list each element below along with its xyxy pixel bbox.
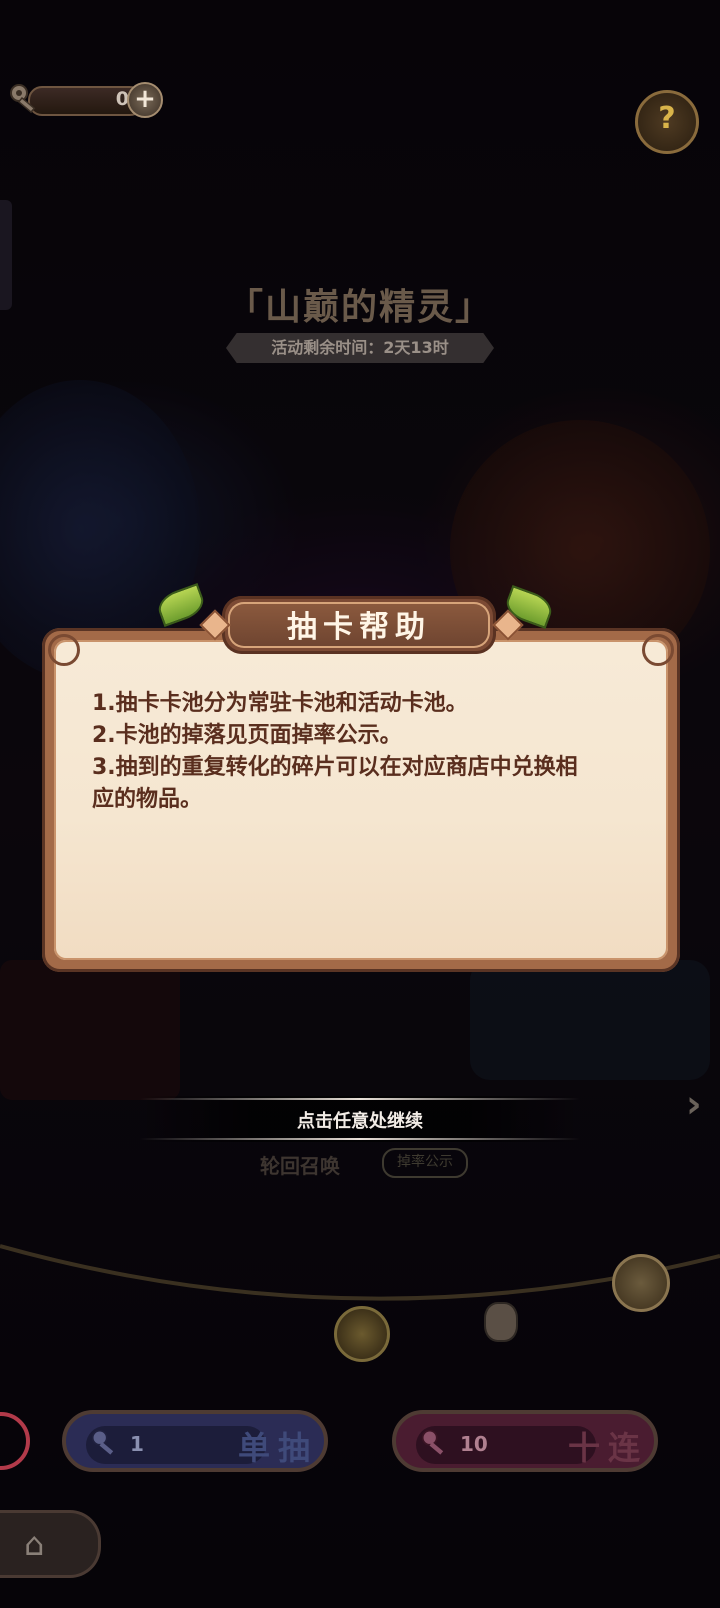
help-line-2: 2.卡池的掉落见页面掉率公示。 bbox=[92, 723, 402, 748]
help-dialog-title-plate: 抽卡帮助 bbox=[222, 596, 496, 654]
key-currency: 0 + bbox=[8, 80, 163, 120]
event-title: 「山巅的精灵」 bbox=[226, 287, 493, 328]
corner-ornament bbox=[48, 634, 80, 666]
rate-disclosure-button[interactable]: 掉率公示 bbox=[382, 1148, 468, 1178]
divider-line bbox=[140, 1138, 580, 1140]
ten-pull-label: 十连 bbox=[568, 1429, 649, 1467]
pool-name: 轮回召唤 bbox=[260, 1154, 340, 1178]
sun-gear-icon[interactable] bbox=[612, 1254, 670, 1312]
next-pool-arrow[interactable]: › bbox=[686, 1082, 702, 1126]
single-pull-label: 单抽 bbox=[238, 1429, 319, 1467]
help-line-3: 3.抽到的重复转化的碎片可以在对应商店中兑换相 bbox=[92, 755, 578, 780]
key-icon bbox=[10, 84, 36, 114]
ten-pull-cost: 10 bbox=[460, 1432, 488, 1456]
lock-icon bbox=[484, 1302, 518, 1342]
help-line-4: 应的物品。 bbox=[92, 787, 203, 812]
single-pull-cost: 1 bbox=[130, 1432, 144, 1456]
divider-line bbox=[140, 1098, 580, 1100]
key-icon bbox=[421, 1429, 444, 1455]
help-dialog: 1.抽卡卡池分为常驻卡池和活动卡池。 2.卡池的掉落见页面掉率公示。 3.抽到的… bbox=[42, 628, 680, 972]
help-dialog-title: 抽卡帮助 bbox=[287, 610, 431, 645]
continue-text: 点击任意处继续 bbox=[297, 1111, 423, 1132]
home-icon: ⌂ bbox=[24, 1525, 45, 1563]
help-dialog-content: 1.抽卡卡池分为常驻卡池和活动卡池。 2.卡池的掉落见页面掉率公示。 3.抽到的… bbox=[92, 688, 632, 816]
add-currency-button[interactable]: + bbox=[127, 82, 163, 118]
home-button[interactable]: ⌂ bbox=[0, 1510, 101, 1578]
help-icon: ? bbox=[658, 101, 676, 136]
corner-ornament bbox=[642, 634, 674, 666]
tap-to-continue[interactable]: 点击任意处继续 bbox=[140, 1096, 580, 1142]
event-remaining-time: 活动剩余时间：2天13时 bbox=[226, 333, 494, 363]
ten-pull-button[interactable]: 10 十连 bbox=[392, 1410, 658, 1472]
reward-orb-icon[interactable] bbox=[334, 1306, 390, 1362]
help-line-1: 1.抽卡卡池分为常驻卡池和活动卡池。 bbox=[92, 691, 468, 716]
key-icon bbox=[91, 1429, 114, 1455]
single-pull-button[interactable]: 1 单抽 bbox=[62, 1410, 328, 1472]
help-button[interactable]: ? bbox=[635, 90, 699, 154]
